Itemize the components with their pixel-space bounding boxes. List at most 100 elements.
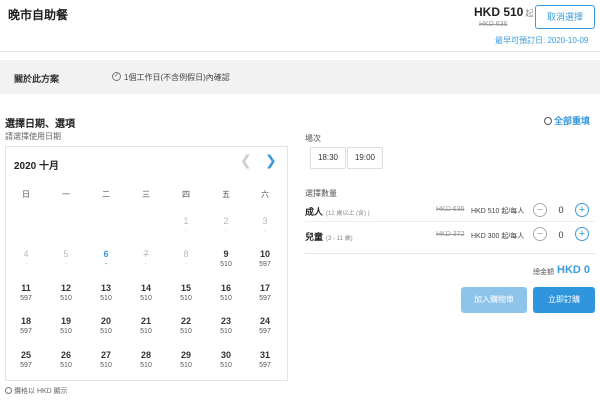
calendar-day-number: 15 <box>180 283 191 293</box>
adult-minus-button[interactable]: − <box>533 203 547 217</box>
calendar-day[interactable]: 28 510 <box>134 350 158 369</box>
plan-info-box <box>0 60 600 94</box>
adult-age-note: (12 歲以上 (含) ) <box>326 211 370 217</box>
footnote-text: 價格以 HKD 顯示 <box>14 388 68 395</box>
session-option-1830[interactable]: 18:30 <box>310 147 346 169</box>
calendar-day-price: 510 <box>180 362 192 369</box>
adult-plus-button[interactable]: + <box>575 203 589 217</box>
child-plus-button[interactable]: + <box>575 227 589 241</box>
weekday-header: 三 <box>142 190 150 199</box>
info-icon <box>5 387 12 394</box>
adult-price: HKD 510 起/每人 <box>471 208 525 215</box>
calendar-day[interactable]: 19 510 <box>54 316 78 335</box>
calendar-day-price: - <box>64 261 68 268</box>
calendar-day-price: 510 <box>140 295 152 302</box>
calendar-day[interactable]: 20 510 <box>94 316 118 335</box>
calendar-day-number: 6 <box>103 249 109 259</box>
calendar-day[interactable]: 9 510 <box>214 249 238 268</box>
header-divider <box>0 51 600 52</box>
plan-info-label: 關於此方案 <box>14 74 60 84</box>
chevron-left-icon[interactable]: ❮ <box>240 152 252 169</box>
calendar-day-price: - <box>104 261 108 268</box>
calendar-day-price: 510 <box>100 295 112 302</box>
calendar-day-price: 597 <box>20 295 32 302</box>
book-now-button[interactable]: 立即訂購 <box>533 287 595 313</box>
calendar-day-number: 19 <box>60 316 71 326</box>
child-label: 兒童 (3 - 11 歲) <box>305 230 353 243</box>
date-hint: 請選擇使用日期 <box>5 132 61 141</box>
calendar-day[interactable]: 27 510 <box>94 350 118 369</box>
calendar-day[interactable]: 21 510 <box>134 316 158 335</box>
calendar-day-number: 12 <box>60 283 71 293</box>
calendar-day-price: 510 <box>60 328 72 335</box>
calendar-day[interactable]: 15 510 <box>174 283 198 302</box>
calendar-day[interactable]: 29 510 <box>174 350 198 369</box>
calendar-day[interactable]: 16 510 <box>214 283 238 302</box>
adult-quantity[interactable]: 0 <box>555 205 567 215</box>
calendar-day-price: 597 <box>20 362 32 369</box>
calendar-day-price: 597 <box>259 362 271 369</box>
child-name: 兒童 <box>305 232 324 242</box>
weekday-header: 日 <box>22 190 30 199</box>
calendar-day-price: 510 <box>100 328 112 335</box>
total-amount: HKD 0 <box>557 264 591 276</box>
calendar-day-number: 16 <box>220 283 231 293</box>
original-price: HKD 636 <box>479 21 508 28</box>
calendar-day-price: 510 <box>140 328 152 335</box>
weekday-header: 一 <box>62 190 70 199</box>
add-to-cart-button[interactable]: 加入購物車 <box>461 287 527 313</box>
child-price: HKD 300 起/每人 <box>471 233 525 240</box>
session-option-1900[interactable]: 19:00 <box>347 147 383 169</box>
calendar-day[interactable]: 25 597 <box>14 350 38 369</box>
calendar-day[interactable]: 24 597 <box>253 316 277 335</box>
child-quantity[interactable]: 0 <box>555 230 567 240</box>
calendar-day-number: 20 <box>100 316 111 326</box>
calendar-day-number: 18 <box>20 316 31 326</box>
calendar-day[interactable]: 31 597 <box>253 350 277 369</box>
calendar-month-title: 2020 十月 <box>14 161 60 172</box>
calendar-day: 8- <box>174 249 198 268</box>
calendar-day[interactable]: 11 597 <box>14 283 38 302</box>
calendar-day-price: 510 <box>220 362 232 369</box>
calendar-day[interactable]: 12 510 <box>54 283 78 302</box>
reset-all-button[interactable]: 全部重填 <box>544 114 590 127</box>
session-label: 場次 <box>305 134 321 143</box>
calendar-day: 5- <box>54 249 78 268</box>
reset-icon <box>544 117 552 125</box>
calendar-day-number: 29 <box>180 350 191 360</box>
calendar-day[interactable]: 26 510 <box>54 350 78 369</box>
calendar-day: 3- <box>253 216 277 235</box>
calendar-day[interactable]: 6- <box>94 249 118 268</box>
child-age-note: (3 - 11 歲) <box>326 236 353 242</box>
confirmation-note: 1個工作日(不含例假日)內確認 <box>124 73 230 82</box>
calendar-day[interactable]: 22 510 <box>174 316 198 335</box>
chevron-right-icon[interactable]: ❯ <box>265 152 277 169</box>
cancel-selection-button[interactable]: 取消選擇 <box>535 5 595 29</box>
total-label: 總金額 <box>533 269 554 276</box>
child-minus-button[interactable]: − <box>533 227 547 241</box>
calendar-day-price: 510 <box>180 328 192 335</box>
adult-original-price: HKD 636 <box>436 206 465 213</box>
calendar-day-number: 21 <box>140 316 151 326</box>
calendar-day-price: 597 <box>259 261 271 268</box>
calendar-day[interactable]: 23 510 <box>214 316 238 335</box>
adult-label: 成人 (12 歲以上 (含) ) <box>305 205 370 218</box>
calendar-day-number: 17 <box>259 283 270 293</box>
calendar-day[interactable]: 17 597 <box>253 283 277 302</box>
calendar-day-number: 11 <box>21 283 31 293</box>
calendar-day-number: 8 <box>183 249 189 259</box>
calendar-day-price: 597 <box>259 295 271 302</box>
calendar-day[interactable]: 18 597 <box>14 316 38 335</box>
calendar-day[interactable]: 13 510 <box>94 283 118 302</box>
calendar-day-number: 9 <box>223 249 229 259</box>
weekday-header: 六 <box>261 190 269 199</box>
calendar-day-number: 22 <box>180 316 191 326</box>
calendar-day-price: 510 <box>60 362 72 369</box>
calendar-day[interactable]: 30 510 <box>214 350 238 369</box>
product-title: 晚市自助餐 <box>8 8 69 22</box>
calendar-day[interactable]: 10 597 <box>253 249 277 268</box>
quantity-label: 選擇數量 <box>305 189 337 198</box>
calendar-day-price: 510 <box>220 261 232 268</box>
calendar-day[interactable]: 14 510 <box>134 283 158 302</box>
calendar-day-price: 510 <box>220 328 232 335</box>
